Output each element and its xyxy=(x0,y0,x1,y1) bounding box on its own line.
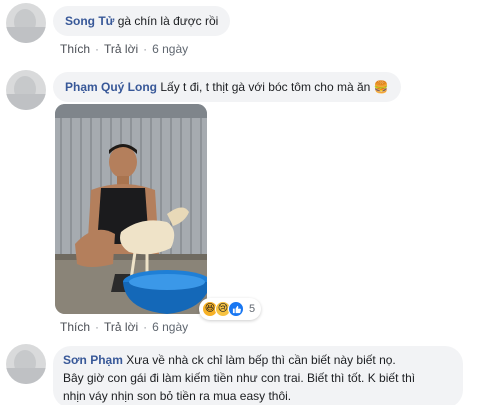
comment-bubble: Sơn Phạm Xưa về nhà ck chỉ làm bếp thì c… xyxy=(53,346,463,405)
separator-dot: · xyxy=(95,42,100,56)
comment-timestamp[interactable]: 6 ngày xyxy=(152,42,188,56)
reply-link[interactable]: Trả lời xyxy=(104,42,138,56)
commenter-avatar[interactable] xyxy=(6,344,46,384)
comment-text-line: Bây giờ con gái đi làm kiếm tiền như con… xyxy=(63,371,416,385)
comment-photo[interactable] xyxy=(55,104,207,314)
comment-text-line: Xưa về nhà ck chỉ làm bếp thì cần biết n… xyxy=(126,353,396,367)
commenter-avatar[interactable] xyxy=(6,3,46,43)
separator-dot: · xyxy=(143,42,148,56)
comment-author[interactable]: Phạm Quý Long xyxy=(65,80,157,94)
comment-text-line: nhịn váy nhịn son bỏ tiền ra mua easy th… xyxy=(63,389,292,403)
comment-bubble: Song Tử gà chín là được rồi xyxy=(53,6,231,36)
comment-author[interactable]: Sơn Phạm xyxy=(63,353,123,367)
like-link[interactable]: Thích xyxy=(60,42,90,56)
comment-actions: Thích · Trả lời · 6 ngày xyxy=(60,42,188,56)
separator-dot: · xyxy=(95,320,100,334)
comment-timestamp[interactable]: 6 ngày xyxy=(152,320,188,334)
comment-actions: Thích · Trả lời · 6 ngày xyxy=(60,320,188,334)
comment-bubble: Phạm Quý Long Lấy t đi, t thịt gà với bó… xyxy=(53,72,401,102)
comment-text: gà chín là được rồi xyxy=(117,14,219,28)
reaction-summary[interactable]: 😆 😢 5 xyxy=(199,298,262,320)
reaction-count: 5 xyxy=(249,303,256,315)
comment-text: Lấy t đi, t thịt gà với bóc tôm cho mà ă… xyxy=(160,80,389,94)
commenter-avatar[interactable] xyxy=(6,70,46,110)
like-icon xyxy=(228,301,244,317)
like-link[interactable]: Thích xyxy=(60,320,90,334)
reply-link[interactable]: Trả lời xyxy=(104,320,138,334)
comment-author[interactable]: Song Tử xyxy=(65,14,114,28)
separator-dot: · xyxy=(143,320,148,334)
